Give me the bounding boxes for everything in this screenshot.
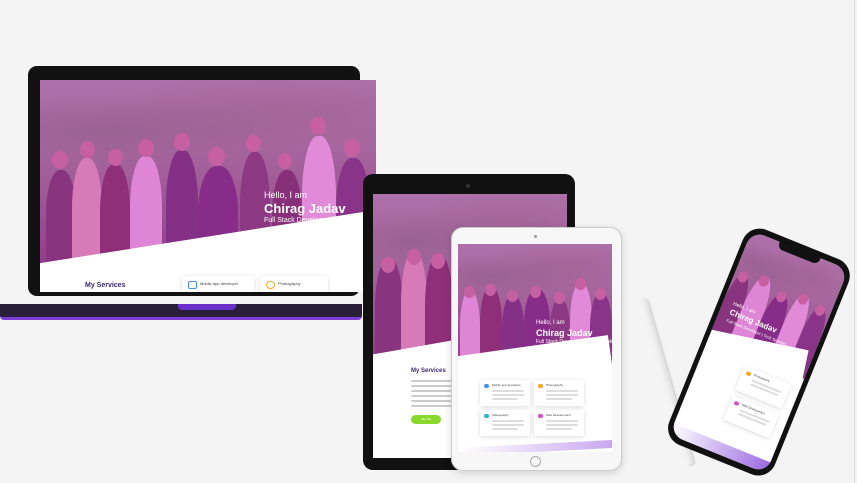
camera-icon — [266, 281, 275, 289]
camera-icon — [745, 370, 752, 377]
hero-role: Full Stack Developer | Tech Speaker — [536, 339, 612, 345]
hero-greeting: Hello, I am — [536, 320, 565, 326]
mobile-icon — [188, 281, 197, 289]
phone-device: Hello, I am Chirag Jadav Full Stack Deve… — [660, 223, 857, 483]
service-card-label: Photography — [546, 383, 564, 387]
service-card-photography[interactable]: Photography — [534, 380, 584, 406]
hero-name: Chirag Jadav — [264, 201, 346, 216]
service-card-label: Photography — [278, 281, 301, 286]
hero-name: Chirag Jadav — [536, 328, 593, 338]
footer-wave — [458, 439, 612, 452]
scrollbar-track — [854, 0, 855, 483]
services-title: My Services — [85, 282, 126, 289]
service-card-label: Videography — [492, 413, 509, 417]
web-icon — [538, 414, 543, 418]
service-card-videography[interactable]: Videography — [480, 410, 530, 436]
device-mockup-scene: Hello, I am Chirag Jadav Full Stack Deve… — [0, 0, 857, 483]
service-card-label: Mobile app developer — [492, 383, 521, 387]
service-card-mobile[interactable]: Mobile app developer — [182, 276, 254, 292]
ipad-screen: Hello, I am Chirag Jadav Full Stack Deve… — [458, 244, 612, 452]
hero-greeting: Hello, I am — [264, 190, 308, 200]
video-icon — [484, 414, 489, 418]
hire-me-button[interactable]: Hire Me — [411, 415, 441, 424]
service-card-photography[interactable]: Photography — [260, 276, 328, 292]
camera-icon — [538, 384, 543, 388]
service-card-label: Web Development — [546, 413, 571, 417]
hero-role: Full Stack Developer | Tech Speake — [264, 217, 375, 224]
service-card-mobile[interactable]: Mobile app developer — [480, 380, 530, 406]
laptop-trackpad-notch — [178, 304, 236, 310]
service-card-web[interactable]: Web Development — [534, 410, 584, 436]
ipad-home-button[interactable] — [530, 456, 541, 467]
web-icon — [733, 400, 740, 407]
tablet-camera — [466, 184, 470, 188]
services-title: My Services — [411, 368, 446, 374]
laptop-screen: Hello, I am Chirag Jadav Full Stack Deve… — [40, 80, 376, 292]
service-card-label: Mobile app developer — [200, 281, 239, 286]
ipad-camera — [534, 235, 537, 238]
mobile-icon — [484, 384, 489, 388]
